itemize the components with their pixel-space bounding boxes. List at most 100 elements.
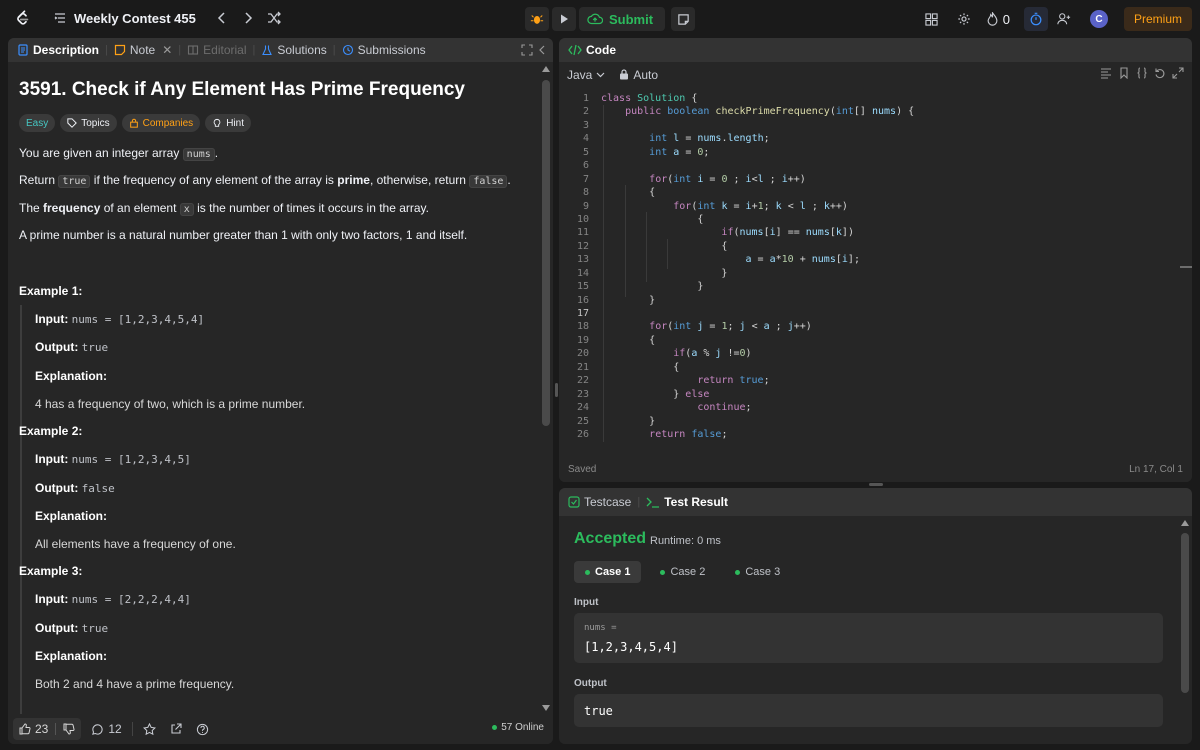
add-user-icon[interactable]	[1052, 7, 1076, 31]
case-tab-1[interactable]: Case 1	[574, 561, 642, 583]
tab-test-result[interactable]: Test Result	[646, 495, 728, 509]
notes-button[interactable]	[671, 7, 696, 31]
next-problem-icon[interactable]	[240, 10, 256, 26]
problem-list-icon[interactable]	[32, 10, 68, 26]
code-line: if(nums[i] == nums[k])	[721, 227, 854, 239]
like-button[interactable]: 23	[13, 718, 82, 740]
test-scroll-up-arrow[interactable]	[1181, 520, 1189, 526]
case-tab-3[interactable]: Case 3	[724, 561, 791, 583]
test-result-body: Accepted Runtime: 0 ms Case 1 Case 2 Cas…	[559, 512, 1192, 744]
horizontal-splitter-handle[interactable]	[869, 483, 883, 486]
problem-title: 3591. Check if Any Element Has Prime Fre…	[19, 79, 465, 100]
auto-mode-toggle[interactable]: Auto	[619, 68, 658, 82]
result-status: Accepted	[574, 530, 647, 547]
tab-submissions[interactable]: Submissions	[342, 43, 426, 57]
tab-description[interactable]: Description	[17, 43, 99, 57]
code-toolbar: Java Auto	[559, 62, 1192, 87]
settings-gear-icon[interactable]	[952, 7, 976, 31]
runtime-value: Runtime: 0 ms	[650, 535, 721, 547]
line-number: 12	[576, 240, 589, 252]
test-scrollbar[interactable]	[1181, 533, 1189, 693]
shuffle-icon[interactable]	[266, 10, 282, 26]
output-label: Output	[574, 678, 607, 689]
comments-button[interactable]: 12	[91, 722, 122, 736]
user-avatar[interactable]: C	[1089, 10, 1108, 28]
help-icon[interactable]	[196, 723, 209, 736]
tab-testcase[interactable]: Testcase	[568, 495, 631, 509]
leetcode-logo-icon[interactable]	[14, 9, 32, 27]
code-line: int l = nums.length;	[649, 133, 770, 145]
layout-icon[interactable]	[920, 7, 944, 31]
tab-note[interactable]: Note ✕	[114, 43, 172, 57]
code-line: for(int i = 0 ; i<l ; i++)	[649, 173, 806, 185]
line-number: 22	[576, 375, 589, 387]
braces-icon[interactable]	[1136, 67, 1148, 79]
code-line: for(int j = 1; j < a ; j++)	[649, 321, 812, 333]
close-note-icon[interactable]: ✕	[162, 43, 172, 57]
line-number: 5	[582, 146, 589, 158]
code-line: for(int k = i+1; k < l ; k++)	[673, 200, 848, 212]
input-value: [1,2,3,4,5,4]	[584, 640, 678, 654]
code-line: } else	[601, 388, 710, 400]
format-code-icon[interactable]	[1100, 67, 1112, 79]
test-panel: Testcase | Test Result Accepted Runtime:…	[559, 488, 1192, 744]
tab-submissions-label: Submissions	[357, 43, 426, 57]
favorite-star-icon[interactable]	[142, 722, 156, 736]
contest-title[interactable]: Weekly Contest 455	[74, 11, 196, 26]
tab-solutions[interactable]: Solutions	[261, 43, 327, 57]
flask-icon	[262, 45, 273, 56]
line-number: 13	[576, 254, 589, 266]
line-number: 20	[576, 348, 589, 360]
case-passed-dot	[660, 569, 666, 575]
submit-button[interactable]: Submit	[579, 7, 666, 31]
share-icon[interactable]	[170, 723, 182, 735]
hint-badge[interactable]: Hint	[205, 114, 251, 132]
scroll-up-arrow[interactable]	[542, 66, 550, 72]
case-tab-2[interactable]: Case 2	[649, 561, 716, 583]
expand-panel-icon[interactable]	[521, 44, 533, 56]
line-number: 19	[576, 334, 589, 346]
code-scrollbar[interactable]	[1180, 86, 1192, 456]
topics-badge[interactable]: Topics	[60, 114, 117, 132]
line-number: 11	[576, 227, 589, 239]
line-number: 7	[582, 173, 589, 185]
fullscreen-icon[interactable]	[1172, 67, 1184, 79]
code-brackets-icon	[568, 44, 582, 56]
description-scrollbar[interactable]	[542, 80, 550, 426]
code-line: }	[601, 281, 704, 293]
run-button[interactable]	[552, 7, 576, 31]
tab-note-label: Note	[129, 43, 156, 57]
code-line: int a = 0;	[649, 146, 710, 158]
difficulty-badge[interactable]: Easy	[19, 114, 56, 132]
code-line: a = a*10 + nums[i];	[745, 254, 860, 266]
code-editor[interactable]: class Solution { public boolean checkPri…	[601, 92, 914, 441]
submit-label: Submit	[609, 11, 654, 27]
description-paragraph-4: A prime number is a natural number great…	[19, 228, 468, 242]
reset-code-icon[interactable]	[1154, 67, 1166, 79]
timer-stopwatch-icon[interactable]	[1024, 7, 1048, 31]
tab-code[interactable]: Code	[568, 43, 616, 57]
line-number: 10	[576, 213, 589, 225]
vertical-splitter-handle[interactable]	[555, 383, 558, 397]
debug-button[interactable]	[525, 7, 549, 31]
companies-badge[interactable]: Companies	[121, 114, 201, 132]
lock-icon	[620, 69, 629, 80]
language-select[interactable]: Java	[567, 68, 605, 82]
line-number: 21	[576, 361, 589, 373]
bookmark-icon[interactable]	[1118, 67, 1130, 79]
collapse-panel-icon[interactable]	[537, 44, 547, 56]
history-icon	[342, 44, 353, 56]
thumbs-down-icon[interactable]	[63, 723, 75, 735]
code-line: if(a % j !=0)	[673, 348, 752, 360]
scroll-down-arrow[interactable]	[542, 705, 550, 711]
streak-counter[interactable]: 0	[986, 12, 1010, 27]
tab-editorial[interactable]: Editorial	[187, 43, 247, 57]
prev-problem-icon[interactable]	[214, 10, 230, 26]
premium-button[interactable]: Premium	[1123, 7, 1192, 31]
input-value-box: nums = [1,2,3,4,5,4]	[574, 613, 1163, 663]
tag-icon	[67, 118, 78, 128]
output-value: true	[584, 704, 613, 718]
save-status: Saved	[568, 464, 597, 475]
